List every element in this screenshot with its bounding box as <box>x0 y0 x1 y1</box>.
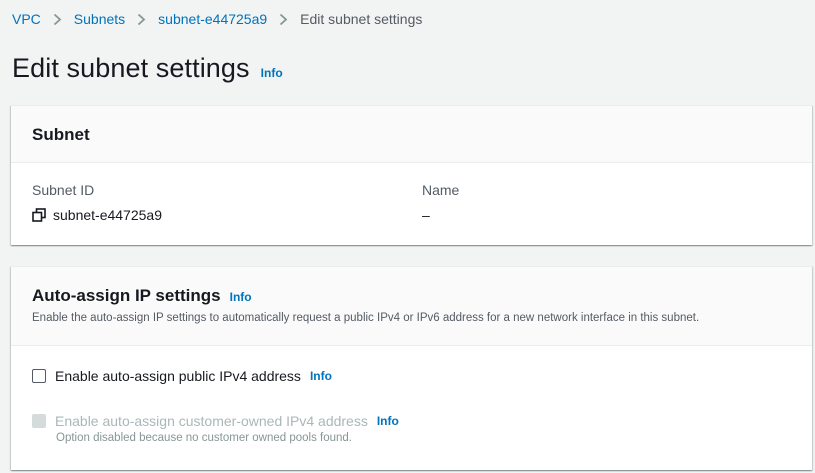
subnet-panel-header: Subnet <box>11 106 812 163</box>
subnet-id-value-row: subnet-e44725a9 <box>32 207 162 223</box>
auto-assign-panel-header: Auto-assign IP settings Info Enable the … <box>11 267 812 346</box>
subnet-panel-heading: Subnet <box>32 125 90 144</box>
breadcrumb-subnets-link[interactable]: Subnets <box>74 11 125 27</box>
subnet-id-value: subnet-e44725a9 <box>53 207 162 223</box>
chevron-right-icon <box>53 13 62 26</box>
ipv4-auto-assign-checkbox[interactable] <box>32 369 46 383</box>
ipv4-auto-assign-label[interactable]: Enable auto-assign public IPv4 address <box>55 368 301 384</box>
copy-icon[interactable] <box>32 208 46 222</box>
ipv4-checkbox-row: Enable auto-assign public IPv4 address I… <box>32 368 332 384</box>
page-header: Edit subnet settings Info <box>12 53 283 84</box>
auto-assign-info-link[interactable]: Info <box>230 290 252 304</box>
subnet-panel: Subnet Subnet ID subnet-e44725a9 Name – <box>11 105 812 245</box>
breadcrumb-vpc-link[interactable]: VPC <box>12 11 41 27</box>
name-value: – <box>422 207 430 223</box>
chevron-right-icon <box>137 13 146 26</box>
name-label: Name <box>422 182 460 198</box>
page-info-link[interactable]: Info <box>261 66 283 80</box>
auto-assign-panel-heading: Auto-assign IP settings <box>32 286 221 305</box>
chevron-right-icon <box>279 13 288 26</box>
auto-assign-heading-row: Auto-assign IP settings Info <box>32 286 812 306</box>
auto-assign-description: Enable the auto-assign IP settings to au… <box>32 312 700 324</box>
customer-owned-checkbox-row: Enable auto-assign customer-owned IPv4 a… <box>32 413 399 429</box>
breadcrumb-subnet-id-link[interactable]: subnet-e44725a9 <box>158 11 267 27</box>
breadcrumb: VPC Subnets subnet-e44725a9 Edit subnet … <box>12 11 422 27</box>
subnet-id-label: Subnet ID <box>32 182 95 198</box>
customer-owned-hint: Option disabled because no customer owne… <box>56 432 353 444</box>
auto-assign-panel: Auto-assign IP settings Info Enable the … <box>11 266 812 470</box>
page-title: Edit subnet settings <box>12 53 250 83</box>
customer-owned-info-link[interactable]: Info <box>377 414 399 428</box>
customer-owned-ipv4-checkbox <box>32 414 46 428</box>
customer-owned-ipv4-label: Enable auto-assign customer-owned IPv4 a… <box>55 413 368 429</box>
ipv4-info-link[interactable]: Info <box>310 369 332 383</box>
breadcrumb-current: Edit subnet settings <box>300 11 423 27</box>
